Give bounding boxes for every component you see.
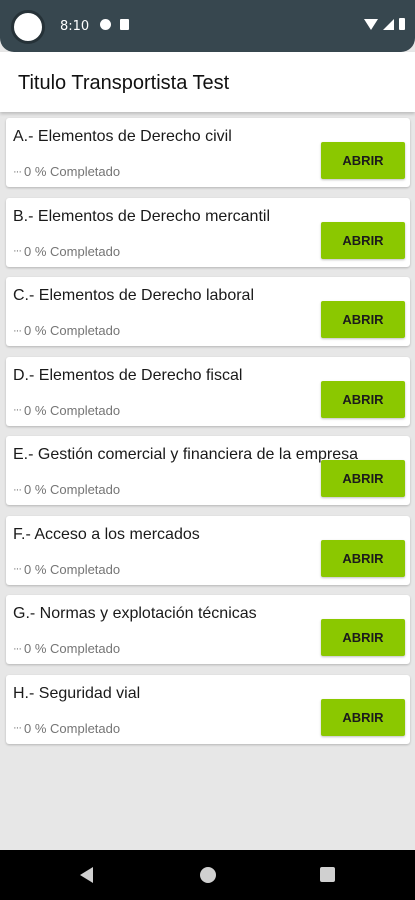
list-item: C.- Elementos de Derecho laboral ··· 0 %…	[6, 277, 410, 346]
app-bar: Titulo Transportista Test	[0, 52, 415, 112]
status-bar: 8:10	[0, 0, 415, 52]
progress-text: 0 % Completado	[24, 243, 121, 259]
module-list: A.- Elementos de Derecho civil ··· 0 % C…	[6, 118, 410, 754]
list-item: E.- Gestión comercial y financiera de la…	[6, 436, 410, 505]
open-button[interactable]: ABRIR	[321, 221, 405, 259]
open-button[interactable]: ABRIR	[321, 301, 405, 338]
open-button[interactable]: ABRIR	[321, 380, 405, 418]
progress-status: ··· 0 % Completado	[13, 562, 120, 577]
progress-status: ··· 0 % Completado	[13, 403, 120, 418]
system-icons	[364, 18, 405, 30]
progress-status: ··· 0 % Completado	[13, 482, 120, 497]
status-time: 8:10	[60, 19, 90, 34]
open-button[interactable]: ABRIR	[321, 698, 405, 736]
progress-text: 0 % Completado	[24, 164, 121, 179]
dots-icon: ···	[13, 245, 22, 257]
dots-icon: ···	[13, 563, 22, 575]
dots-icon: ···	[13, 165, 22, 178]
open-button[interactable]: ABRIR	[321, 460, 405, 497]
page-title: Titulo Transportista Test	[18, 72, 230, 94]
module-title: F.- Acceso a los mercados	[13, 525, 200, 543]
module-title: H.- Seguridad vial	[13, 684, 141, 702]
module-title: A.- Elementos de Derecho civil	[13, 128, 232, 145]
list-item: D.- Elementos de Derecho fiscal ··· 0 % …	[6, 356, 410, 426]
progress-text: 0 % Completado	[24, 323, 121, 338]
dots-icon: ···	[13, 642, 22, 655]
list-item: B.- Elementos de Derecho mercantil ··· 0…	[6, 197, 410, 267]
open-button[interactable]: ABRIR	[321, 539, 405, 577]
dots-icon: ···	[13, 722, 22, 734]
progress-status: ··· 0 % Completado	[13, 244, 120, 259]
home-icon[interactable]	[200, 867, 216, 883]
module-title: C.- Elementos de Derecho laboral	[13, 287, 255, 304]
list-item: F.- Acceso a los mercados ··· 0 % Comple…	[6, 515, 410, 585]
module-title: B.- Elementos de Derecho mercantil	[13, 207, 270, 225]
battery-icon	[399, 18, 405, 30]
progress-text: 0 % Completado	[24, 641, 121, 656]
progress-status: ··· 0 % Completado	[13, 641, 120, 656]
dots-icon: ···	[13, 404, 22, 416]
list-item: H.- Seguridad vial ··· 0 % Completado AB…	[6, 674, 410, 744]
notification-icons	[100, 19, 129, 30]
open-button[interactable]: ABRIR	[321, 619, 405, 656]
recent-apps-icon[interactable]	[320, 867, 335, 882]
progress-text: 0 % Completado	[24, 402, 121, 418]
wifi-icon	[364, 18, 378, 30]
signal-icon	[383, 18, 394, 30]
sd-card-icon	[120, 19, 129, 30]
module-title: D.- Elementos de Derecho fiscal	[13, 366, 243, 384]
progress-text: 0 % Completado	[24, 561, 121, 577]
list-item: A.- Elementos de Derecho civil ··· 0 % C…	[6, 118, 410, 187]
dots-icon: ···	[13, 324, 22, 337]
list-item: G.- Normas y explotación técnicas ··· 0 …	[6, 595, 410, 664]
open-button[interactable]: ABRIR	[321, 142, 405, 179]
progress-status: ··· 0 % Completado	[13, 323, 120, 338]
progress-status: ··· 0 % Completado	[13, 721, 120, 736]
camera-cutout-icon	[11, 10, 45, 44]
navigation-bar	[0, 850, 415, 900]
progress-text: 0 % Completado	[24, 720, 121, 736]
sync-icon	[100, 19, 111, 30]
module-title: G.- Normas y explotación técnicas	[13, 605, 257, 622]
back-icon[interactable]	[80, 867, 93, 883]
progress-status: ··· 0 % Completado	[13, 164, 120, 179]
module-title: E.- Gestión comercial y financiera de la…	[13, 446, 359, 463]
progress-text: 0 % Completado	[24, 482, 121, 497]
dots-icon: ···	[13, 483, 22, 496]
